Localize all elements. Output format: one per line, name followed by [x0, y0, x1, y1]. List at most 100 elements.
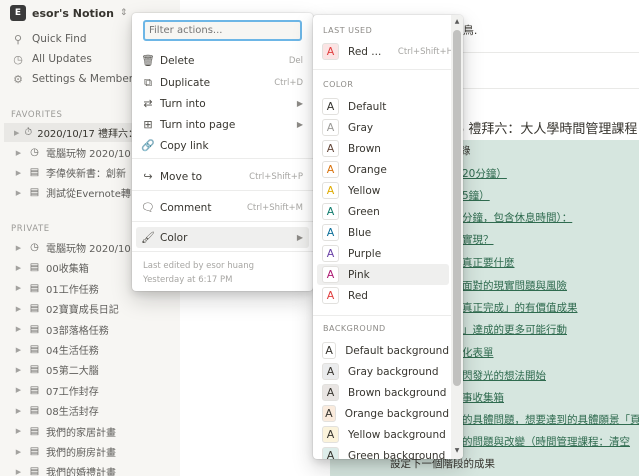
nav-settings-members[interactable]: ⚙ Settings & Members — [12, 70, 139, 88]
content-line: 真正完成」的有價值成果 — [462, 302, 578, 314]
color-label: Orange — [348, 163, 387, 176]
background-option-brown-background[interactable]: A Brown background — [317, 382, 449, 403]
caret-right-icon[interactable]: ▶ — [14, 346, 23, 354]
content-line: 面對的現實問題與風險 — [462, 280, 567, 292]
color-swatch: A — [322, 119, 339, 136]
last-edited-by: Last edited by esor huang — [143, 261, 255, 271]
scroll-thumb[interactable] — [453, 30, 461, 386]
caret-right-icon[interactable]: ▶ — [14, 468, 23, 476]
content-line: 真正要什麼 — [462, 257, 515, 269]
color-swatch: A — [322, 43, 339, 60]
nav-all-updates[interactable]: ◷ All Updates — [12, 50, 92, 68]
last-edited-time: Yesterday at 6:17 PM — [143, 275, 233, 285]
sidebar-page-item[interactable]: ▶ ▤ 07工作封存 — [14, 381, 180, 400]
shortcut-label: Ctrl+D — [274, 77, 303, 88]
color-option-orange[interactable]: A Orange — [317, 159, 449, 180]
background-label: Yellow background — [348, 428, 446, 441]
last-used-red[interactable]: A Red ... Ctrl+Shift+H — [317, 41, 453, 62]
sidebar-page-item[interactable]: ▶ ▤ 03部落格任務 — [14, 320, 180, 339]
caret-right-icon[interactable]: ▶ — [14, 448, 23, 456]
page-title-fragment: 5 禮拜六：大人學時間管理課程 — [456, 122, 638, 137]
menu-item-comment[interactable]: 🗨 Comment Ctrl+Shift+M — [136, 197, 309, 218]
menu-item-delete[interactable]: 🗑 Delete Del — [136, 50, 309, 71]
shortcut-label: Ctrl+Shift+H — [397, 46, 453, 57]
color-swatch: A — [322, 245, 339, 262]
page-icon: ▤ — [29, 384, 40, 396]
color-option-green[interactable]: A Green — [317, 201, 449, 222]
link-icon: 🔗 — [141, 139, 155, 152]
menu-item-turn-into-page[interactable]: ⊞ Turn into page ▶ — [136, 114, 309, 135]
caret-right-icon[interactable]: ▶ — [14, 169, 23, 177]
comment-icon: 🗨 — [141, 201, 155, 214]
background-option-yellow-background[interactable]: A Yellow background — [317, 424, 449, 445]
menu-item-move-to[interactable]: ↪ Move to Ctrl+Shift+P — [136, 166, 309, 187]
background-option-gray-background[interactable]: A Gray background — [317, 361, 449, 382]
last-used-heading: LAST USED — [323, 26, 373, 35]
menu-item-copy-link[interactable]: 🔗 Copy link — [136, 135, 309, 156]
page-icon: ▤ — [29, 187, 40, 198]
sidebar-page-item[interactable]: ▶ ▤ 08生活封存 — [14, 401, 180, 420]
color-swatch: A — [322, 140, 339, 157]
caret-right-icon[interactable]: ▶ — [14, 305, 23, 313]
color-label: Yellow — [348, 184, 381, 197]
color-label: Brown — [348, 142, 381, 155]
page-plus-icon: ⊞ — [143, 118, 153, 131]
caret-right-icon[interactable]: ▶ — [14, 325, 23, 333]
color-option-purple[interactable]: A Purple — [317, 243, 449, 264]
caret-right-icon[interactable]: ▶ — [14, 129, 19, 137]
nav-quick-find[interactable]: ⚲ Quick Find — [12, 30, 87, 48]
background-option-orange-background[interactable]: A Orange background — [317, 403, 449, 424]
background-swatch: A — [322, 447, 339, 459]
caret-right-icon[interactable]: ▶ — [14, 284, 23, 292]
caret-right-icon[interactable]: ▶ — [14, 386, 23, 394]
sidebar-page-item[interactable]: ▶ ▤ 02寶寶成長日記 — [14, 299, 180, 318]
page-label: 我們的廚房計畫 — [46, 448, 116, 459]
background-swatch: A — [322, 426, 339, 443]
caret-right-icon[interactable]: ▶ — [14, 366, 23, 374]
page-icon: ▤ — [29, 344, 40, 355]
caret-right-icon[interactable]: ▶ — [14, 407, 23, 415]
background-swatch: A — [322, 363, 339, 380]
chevron-right-icon: ▶ — [296, 120, 303, 129]
workspace-logo: E — [10, 5, 26, 21]
color-option-brown[interactable]: A Brown — [317, 138, 449, 159]
color-option-blue[interactable]: A Blue — [317, 222, 449, 243]
chevron-right-icon: ▶ — [296, 233, 303, 242]
sidebar-page-item[interactable]: ▶ ▤ 我們的家居計畫 — [14, 422, 180, 441]
content-line: 」達成的更多可能行動 — [462, 324, 567, 336]
workspace-switcher[interactable]: E esor's Notion ⇕ — [10, 4, 127, 22]
caret-right-icon[interactable]: ▶ — [14, 244, 23, 252]
sidebar-page-item[interactable]: ▶ ▤ 我們的婚禮計畫 — [14, 462, 180, 476]
menu-item-turn-into[interactable]: ⇄ Turn into ▶ — [136, 93, 309, 114]
color-option-red[interactable]: A Red — [317, 285, 449, 306]
page-label: 02寶寶成長日記 — [46, 305, 119, 317]
filter-actions-input[interactable] — [143, 20, 302, 41]
scroll-up-icon[interactable]: ▲ — [451, 18, 463, 25]
background-option-default-background[interactable]: A Default background — [317, 340, 449, 361]
color-option-yellow[interactable]: A Yellow — [317, 180, 449, 201]
menu-item-label: Copy link — [160, 139, 209, 152]
color-heading: COLOR — [323, 80, 354, 89]
sidebar-page-item[interactable]: ▶ ▤ 04生活任務 — [14, 340, 180, 359]
menu-item-label: Comment — [160, 201, 212, 214]
color-submenu-scrollbar[interactable]: ▲ ▼ — [451, 15, 463, 459]
caret-right-icon[interactable]: ▶ — [14, 427, 23, 435]
scroll-down-icon[interactable]: ▼ — [451, 447, 463, 454]
page-label: 測試從Evernote轉 — [46, 189, 131, 200]
menu-item-duplicate[interactable]: ⧉ Duplicate Ctrl+D — [136, 72, 309, 93]
menu-item-color[interactable]: 🖌 Color ▶ — [136, 227, 309, 248]
color-option-default[interactable]: A Default — [317, 96, 449, 117]
caret-right-icon[interactable]: ▶ — [14, 149, 23, 157]
chevron-right-icon: ▶ — [296, 99, 303, 108]
caret-right-icon[interactable]: ▶ — [14, 189, 23, 197]
color-option-gray[interactable]: A Gray — [317, 117, 449, 138]
color-option-pink[interactable]: A Pink — [317, 264, 449, 285]
block-actions-menu: 🗑 Delete Del ⧉ Duplicate Ctrl+D ⇄ Turn into ▶ ⊞ Tu… — [132, 13, 313, 291]
page-icon: ▤ — [29, 405, 40, 417]
caret-right-icon[interactable]: ▶ — [14, 264, 23, 272]
page-icon: ▤ — [29, 446, 40, 457]
sidebar-page-item[interactable]: ▶ ▤ 05第二大腦 — [14, 360, 180, 379]
background-option-green-background[interactable]: A Green background — [317, 445, 449, 459]
menu-item-label: Color — [160, 231, 188, 244]
sidebar-page-item[interactable]: ▶ ▤ 我們的廚房計畫 — [14, 442, 180, 461]
